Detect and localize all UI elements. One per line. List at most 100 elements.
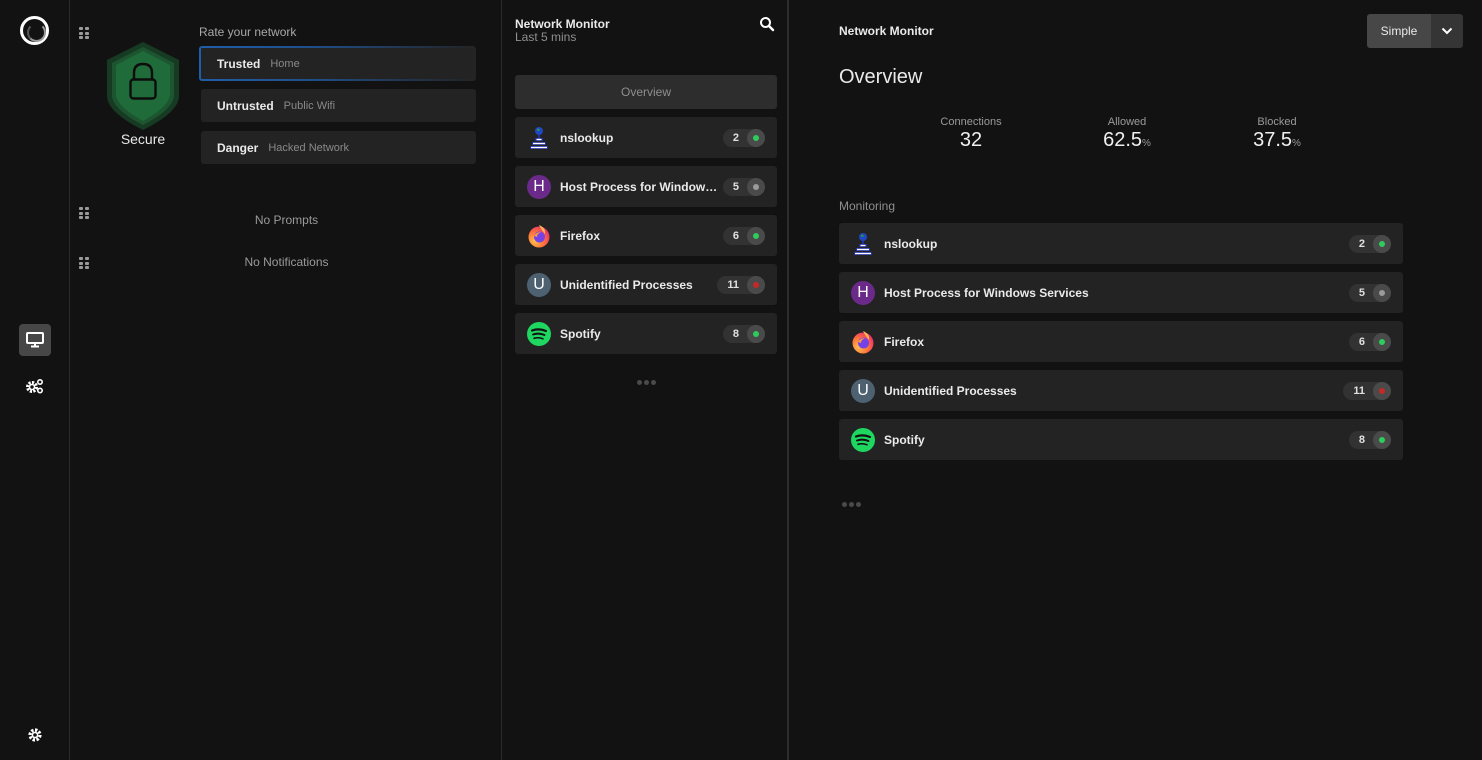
rate-option-trusted[interactable]: Trusted Home <box>199 46 476 81</box>
rate-option-desc: Public Wifi <box>283 99 336 112</box>
monitoring-label: Monitoring <box>839 199 896 213</box>
stat-value: 32 <box>959 129 983 151</box>
nslookup-globe-icon <box>854 233 872 255</box>
process-row-nslookup[interactable]: nslookup 2 <box>515 117 777 158</box>
monitoring-row-nslookup[interactable]: nslookup 2 <box>839 223 1403 264</box>
connection-count: 5 <box>1358 286 1365 299</box>
rate-option-name: Danger <box>217 140 259 155</box>
stat-label: Blocked <box>1257 116 1297 128</box>
connection-count: 11 <box>727 278 739 291</box>
letter-avatar-icon: H <box>851 281 875 305</box>
more-processes-button[interactable] <box>637 380 656 385</box>
rate-option-untrusted[interactable]: Untrusted Public Wifi <box>201 89 476 122</box>
status-dot <box>1379 338 1385 345</box>
stat-label: Allowed <box>1107 116 1147 128</box>
stat-allowed: Allowed 62.5% <box>1067 116 1187 152</box>
process-row-unidentified[interactable]: U Unidentified Processes 11 <box>515 264 777 305</box>
connection-count: 6 <box>732 229 739 242</box>
rate-option-desc: Hacked Network <box>268 141 350 154</box>
connection-count: 11 <box>1353 384 1365 397</box>
connection-count-badge: 5 <box>722 177 765 196</box>
process-row-firefox[interactable]: Firefox 6 <box>515 215 777 256</box>
process-name: Spotify <box>884 432 925 447</box>
rate-option-name: Trusted <box>217 56 261 71</box>
status-dot <box>753 134 759 141</box>
monitor-title: Network Monitor <box>515 17 610 31</box>
overview-main: Network Monitor Simple Overview Connecti… <box>791 0 1482 760</box>
spotify-icon <box>851 428 875 452</box>
status-dot <box>753 281 759 288</box>
process-name: nslookup <box>884 236 938 251</box>
monitor-subtitle: Last 5 mins <box>515 30 577 44</box>
connection-count-badge: 6 <box>1348 332 1391 351</box>
network-monitor-sidebar: Network Monitor Last 5 mins Overview nsl… <box>503 0 789 760</box>
gears-icon <box>26 378 44 394</box>
nav-rail <box>0 0 70 760</box>
connection-count: 8 <box>1358 433 1365 446</box>
shield-lock-icon <box>107 42 179 130</box>
drag-handle-icon[interactable] <box>79 27 89 40</box>
security-status-label: Secure <box>120 131 166 147</box>
security-column: Secure Rate your network Trusted Home Un… <box>71 0 502 760</box>
process-name: nslookup <box>560 130 614 145</box>
letter-avatar-icon: U <box>851 379 875 403</box>
more-monitoring-button[interactable] <box>842 502 861 507</box>
firefox-icon <box>852 331 874 354</box>
monitoring-row-firefox[interactable]: Firefox 6 <box>839 321 1403 362</box>
process-name: Spotify <box>560 326 601 341</box>
process-row-spotify[interactable]: Spotify 8 <box>515 313 777 354</box>
stat-value: 37.5% <box>1253 129 1301 151</box>
rate-option-danger[interactable]: Danger Hacked Network <box>201 131 476 164</box>
nav-monitor-button[interactable] <box>19 324 51 356</box>
portmaster-logo-icon[interactable] <box>20 16 49 45</box>
monitoring-row-spotify[interactable]: Spotify 8 <box>839 419 1403 460</box>
connection-count-badge: 8 <box>722 324 765 343</box>
prompts-empty-text: No Prompts <box>254 213 319 227</box>
firefox-icon <box>528 225 550 248</box>
monitoring-row-unidentified[interactable]: U Unidentified Processes 11 <box>839 370 1403 411</box>
overview-heading: Overview <box>839 66 923 88</box>
settings-button[interactable] <box>19 719 51 751</box>
status-dot <box>1379 387 1385 394</box>
mode-select-toggle[interactable] <box>1431 14 1463 48</box>
spotify-icon <box>527 322 551 346</box>
nslookup-globe-icon <box>530 127 548 149</box>
connection-count-badge: 11 <box>1343 381 1391 400</box>
process-name: Host Process for Windows Services <box>884 285 1089 300</box>
settings-gear-icon <box>28 728 42 742</box>
connection-count: 2 <box>1358 237 1365 250</box>
connection-count-badge: 8 <box>1348 430 1391 449</box>
status-dot <box>753 232 759 239</box>
process-name: Unidentified Processes <box>560 277 693 292</box>
nav-apps-settings-button[interactable] <box>19 370 51 402</box>
connection-count-badge: 5 <box>1348 283 1391 302</box>
status-dot <box>753 183 759 190</box>
connection-count-badge: 2 <box>722 128 765 147</box>
search-icon[interactable] <box>759 16 775 32</box>
connection-count-badge: 11 <box>717 275 765 294</box>
stat-value: 62.5% <box>1103 129 1151 151</box>
rate-option-desc: Home <box>270 57 300 70</box>
monitoring-row-host-process[interactable]: H Host Process for Windows Services 5 <box>839 272 1403 313</box>
process-name: Firefox <box>560 228 601 243</box>
process-row-host-process[interactable]: H Host Process for Windows ... 5 <box>515 166 777 207</box>
letter-avatar-icon: H <box>527 175 551 199</box>
process-name: Host Process for Windows ... <box>560 179 720 194</box>
status-dot <box>1379 436 1385 443</box>
rate-network-label: Rate your network <box>199 25 297 39</box>
letter-avatar-icon: U <box>527 273 551 297</box>
mode-select-value: Simple <box>1367 14 1431 48</box>
connection-count-badge: 2 <box>1348 234 1391 253</box>
connection-count: 2 <box>732 131 739 144</box>
connection-count: 5 <box>732 180 739 193</box>
process-name: Unidentified Processes <box>884 383 1017 398</box>
monitor-icon <box>26 332 44 348</box>
connection-count: 8 <box>732 327 739 340</box>
chevron-down-icon <box>1441 27 1453 35</box>
stat-blocked: Blocked 37.5% <box>1217 116 1337 152</box>
mode-select[interactable]: Simple <box>1367 14 1463 48</box>
process-name: Firefox <box>884 334 925 349</box>
overview-button[interactable]: Overview <box>515 75 777 109</box>
notifications-empty-text: No Notifications <box>244 255 329 269</box>
status-dot <box>1379 289 1385 296</box>
